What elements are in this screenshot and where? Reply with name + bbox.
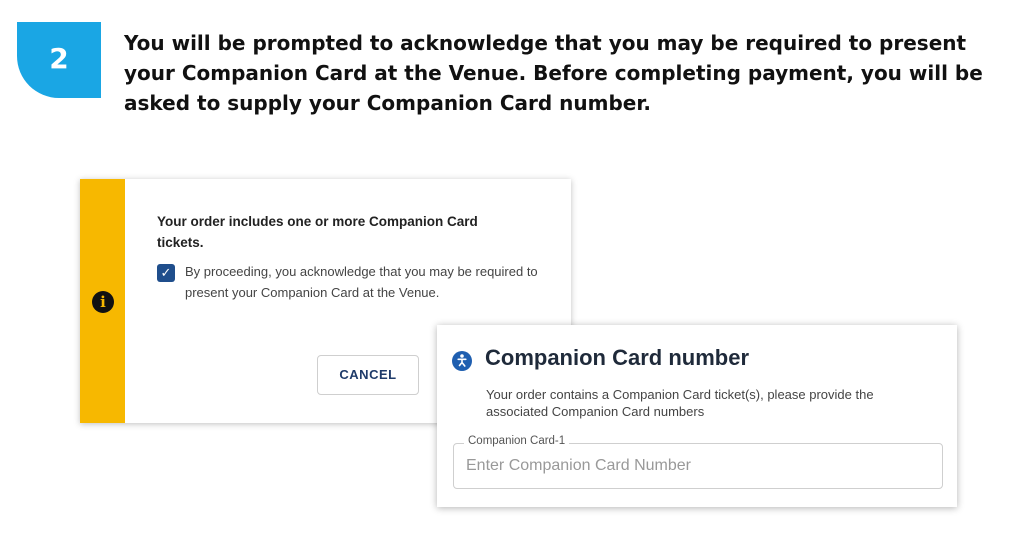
check-icon: ✓ [160, 265, 172, 280]
companion-card-field: Companion Card-1 [453, 435, 943, 489]
companion-card-number-input[interactable] [466, 454, 926, 478]
info-icon: i [92, 291, 114, 313]
dialog-title: Companion Card number [485, 345, 750, 370]
step-number: 2 [49, 42, 69, 75]
companion-card-number-dialog: Companion Card number Your order contain… [437, 325, 957, 507]
accessibility-icon [452, 351, 472, 371]
dialog-description: Your order contains a Companion Card tic… [486, 387, 874, 419]
cancel-button[interactable]: CANCEL [317, 355, 419, 395]
warning-strip: i [80, 179, 125, 423]
step-badge: 2 [17, 22, 101, 98]
acknowledge-checkbox[interactable]: ✓ [157, 264, 175, 282]
field-label: Companion Card-1 [464, 435, 570, 447]
instruction-text: You will be prompted to acknowledge that… [124, 31, 983, 115]
acknowledge-text: By proceeding, you acknowledge that you … [185, 264, 538, 300]
dialog-title: Your order includes one or more Companio… [157, 214, 478, 250]
